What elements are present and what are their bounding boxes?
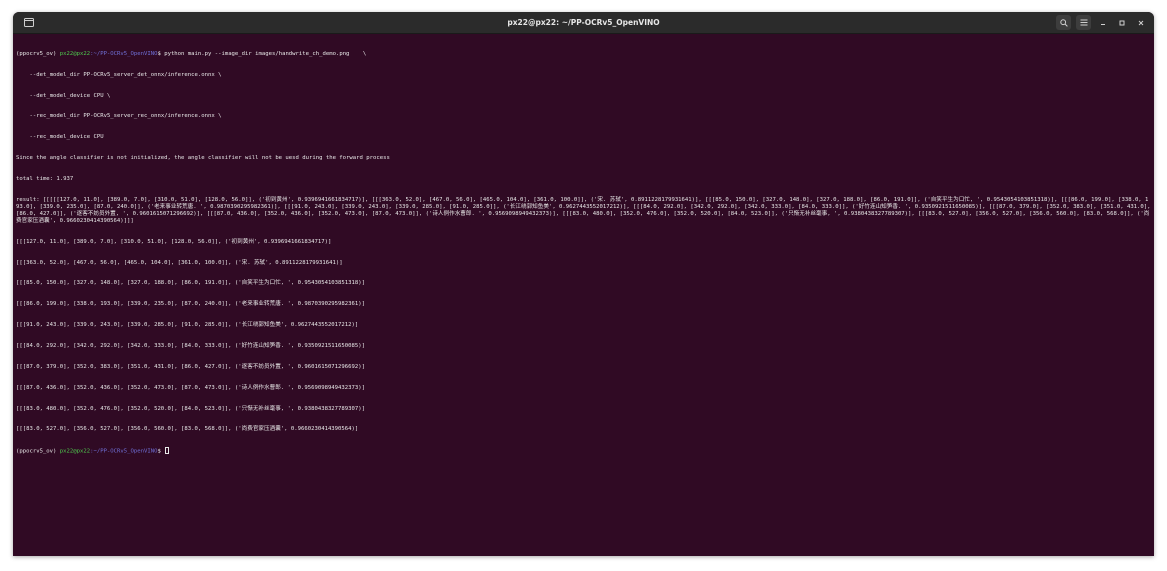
command-continuation: --det_model_dir PP-OCRv5_server_det_onnx… (16, 71, 222, 78)
box-line: [[[87.0, 379.0], [352.0, 383.0], [351.0,… (16, 363, 365, 370)
command-continuation: --det_model_device CPU \ (16, 92, 111, 99)
box-line: [[[87.0, 436.0], [352.0, 436.0], [352.0,… (16, 384, 365, 391)
title-bar-controls (1056, 15, 1148, 30)
hamburger-menu-icon[interactable] (1076, 15, 1091, 30)
terminal-output[interactable]: (ppocrv5_ov) px22@px22:~/PP-OCRv5_OpenVI… (13, 34, 1154, 470)
prompt-env: (ppocrv5_ov) (16, 50, 60, 57)
command-continuation: --rec_model_dir PP-OCRv5_server_rec_onnx… (16, 113, 222, 120)
terminal-window: px22@px22: ~/PP-OCRv5_OpenVINO (ppocrv5_… (13, 12, 1154, 556)
box-line: [[[86.0, 199.0], [338.0, 193.0], [339.0,… (16, 301, 365, 308)
prompt-line: (ppocrv5_ov) px22@px22:~/PP-OCRv5_OpenVI… (16, 447, 1151, 455)
maximize-icon[interactable] (1115, 16, 1129, 30)
command-text: python main.py --image_dir images/handwr… (164, 50, 367, 57)
title-bar: px22@px22: ~/PP-OCRv5_OpenVINO (13, 12, 1154, 34)
close-icon[interactable] (1134, 16, 1148, 30)
command-continuation: --rec_model_device CPU (16, 134, 104, 141)
box-line: [[[84.0, 292.0], [342.0, 292.0], [342.0,… (16, 342, 365, 349)
result-line: result: [[[[[127.0, 11.0], [389.0, 7.0],… (16, 196, 1154, 224)
window-title: px22@px22: ~/PP-OCRv5_OpenVINO (507, 18, 660, 27)
box-line: [[[91.0, 243.0], [339.0, 243.0], [339.0,… (16, 322, 359, 329)
prompt-line: (ppocrv5_ov) px22@px22:~/PP-OCRv5_OpenVI… (16, 51, 1151, 58)
prompt-env: (ppocrv5_ov) (16, 448, 60, 455)
title-bar-left (21, 15, 36, 30)
box-line: [[[363.0, 52.0], [467.0, 56.0], [465.0, … (16, 259, 343, 266)
info-line: Since the angle classifier is not initia… (16, 155, 390, 162)
text-cursor (165, 447, 170, 454)
prompt-user: px22@px22 (59, 50, 91, 57)
prompt-symbol: $ (157, 448, 165, 455)
search-icon[interactable] (1056, 15, 1071, 30)
prompt-user: px22@px22 (59, 448, 91, 455)
prompt-path: :~/PP-OCRv5_OpenVINO (90, 448, 158, 455)
box-line: [[[127.0, 11.0], [389.0, 7.0], [310.0, 5… (16, 238, 332, 245)
minimize-icon[interactable] (1096, 16, 1110, 30)
prompt-path: :~/PP-OCRv5_OpenVINO (90, 50, 158, 57)
box-line: [[[85.0, 150.0], [327.0, 148.0], [327.0,… (16, 280, 365, 287)
total-time-line: total time: 1.937 (16, 176, 74, 183)
box-line: [[[83.0, 480.0], [352.0, 476.0], [352.0,… (16, 405, 365, 412)
terminal-tab-icon[interactable] (21, 15, 36, 30)
box-line: [[[83.0, 527.0], [356.0, 527.0], [356.0,… (16, 426, 359, 433)
